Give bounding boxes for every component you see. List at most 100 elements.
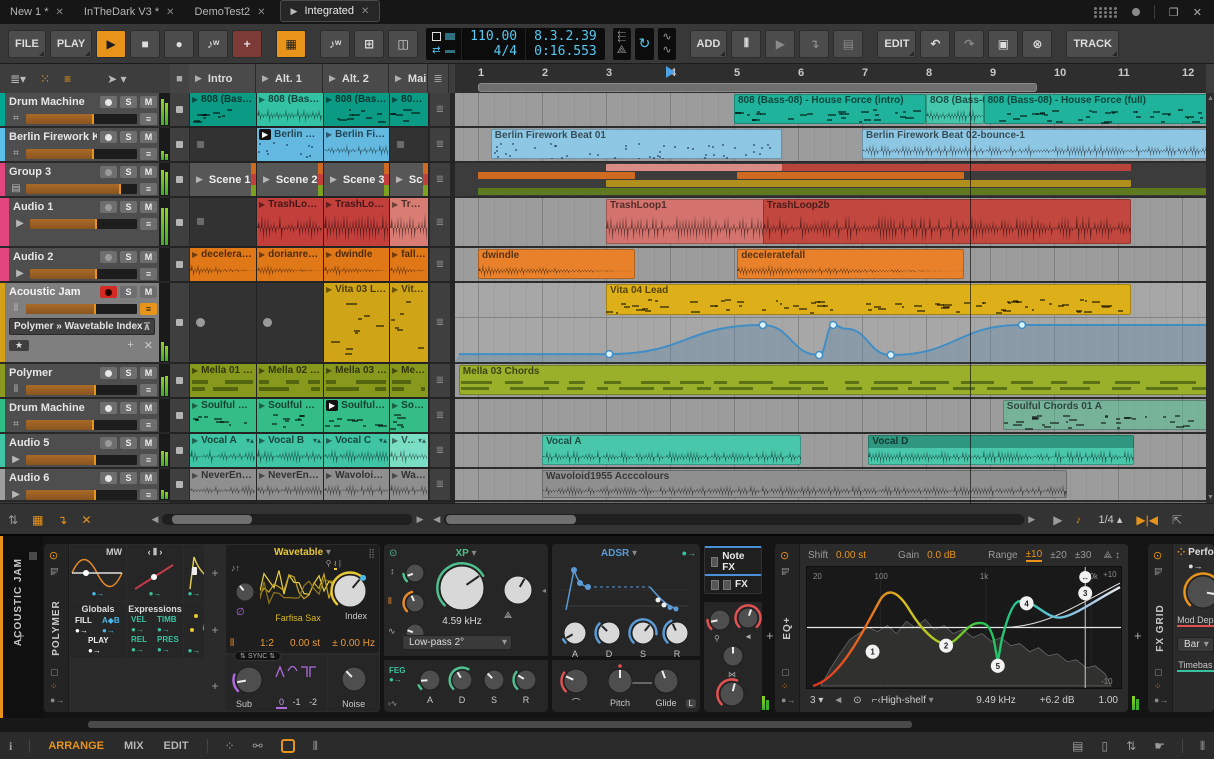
track-menu-button[interactable]: ≡ <box>140 267 157 280</box>
browser-panel-icon[interactable]: ▤ <box>1072 739 1083 753</box>
volume-slider[interactable] <box>26 419 137 430</box>
band-gain[interactable]: +6.2 dB <box>1040 695 1075 706</box>
snap-icon[interactable]: ▶|◀ <box>1136 513 1158 527</box>
mute-button[interactable]: M <box>140 402 157 414</box>
clip-play-icon[interactable]: ▶ <box>326 250 332 259</box>
launcher-clip[interactable]: ▶TrashLoop2b <box>324 198 389 246</box>
modulation-icon[interactable]: ●→ <box>1154 695 1168 705</box>
sub-scenes-icon[interactable]: ≣ <box>429 248 450 281</box>
arranger-clip[interactable]: deceleratefall <box>737 249 965 279</box>
mod-route-icon[interactable]: ●→ <box>1173 561 1214 571</box>
wavetable-display[interactable] <box>260 561 338 609</box>
track-header[interactable]: Audio 2 S M ▶ ≡ <box>0 248 170 283</box>
band-freq[interactable]: 9.49 kHz <box>976 695 1015 706</box>
clip-play-icon[interactable]: ▶ <box>259 200 265 209</box>
sub-scenes-icon[interactable]: ≣ <box>429 198 450 246</box>
clip-slot[interactable]: ▶808 (Bass-... <box>324 93 390 126</box>
panel-layout-icon[interactable]: ⫴ <box>313 739 318 754</box>
pin-icon[interactable]: ⊼ <box>143 322 151 333</box>
launcher-clip[interactable]: ▶ Wavo <box>390 469 428 500</box>
track-name[interactable]: Audio 1 <box>13 201 97 213</box>
scene-play-icon[interactable]: ▶ <box>196 174 203 185</box>
add-device-button[interactable]: + <box>766 628 774 643</box>
clip-slot[interactable]: ▶Soulful Cho... <box>190 399 257 432</box>
track-name[interactable]: Drum Machine <box>9 96 97 108</box>
clip-stop-button[interactable] <box>170 469 190 500</box>
aeg-mod-icon[interactable]: ●→ <box>682 548 696 558</box>
device-folder-icon[interactable]: ▤ <box>781 566 790 577</box>
fill-button[interactable]: + <box>232 29 263 58</box>
edit-menu-button[interactable]: EDIT <box>877 29 917 58</box>
playhead-marker[interactable] <box>666 66 675 78</box>
clip-slot[interactable]: ▶ Vocal B ▾▴ <box>257 434 324 467</box>
grid-view-icon[interactable]: ⁙ <box>40 72 50 86</box>
remove-button[interactable]: ✕ <box>144 339 153 352</box>
clip-slot[interactable] <box>190 128 257 161</box>
single-panel-icon[interactable] <box>280 739 295 753</box>
mute-button[interactable]: M <box>140 472 157 484</box>
project-tab[interactable]: New 1 * ✕ <box>0 0 74 24</box>
clip-slot[interactable]: ▶ Wavo <box>390 469 429 500</box>
track-header[interactable]: Drum Machine S M ⌗ ≡ <box>0 399 170 434</box>
arranger-zoom-handle[interactable] <box>478 83 1037 92</box>
clip-play-icon[interactable]: ▶ <box>392 436 398 445</box>
clip-slot[interactable] <box>390 128 429 161</box>
filter-cutoff-value[interactable]: 4.59 kHz <box>428 616 496 627</box>
solo-button[interactable]: S <box>120 96 137 108</box>
onscreen-keyboard-icon[interactable]: ⫴ <box>1200 739 1205 754</box>
empty-slot-stop[interactable] <box>397 140 404 148</box>
automation-write-button[interactable]: ♪ʷ <box>320 29 351 58</box>
clip-stop-button[interactable] <box>170 93 190 126</box>
clip-slot[interactable]: ▶dorianredu... <box>257 248 324 281</box>
launcher-clip[interactable]: ▶808 (Bass-... <box>257 93 323 126</box>
track-header[interactable]: Group 3 S M ▤ ≡ <box>0 163 170 198</box>
clip-play-icon[interactable]: ▶ <box>192 250 198 259</box>
clip-stop-button[interactable] <box>170 198 190 246</box>
clip-slot[interactable]: ▶808 (Bass-... <box>257 93 324 126</box>
preset-grid-icon[interactable]: ⁘ <box>1154 681 1162 692</box>
volume-slider[interactable] <box>26 384 137 395</box>
launcher-clip[interactable]: ▶Vita 03 Lead <box>324 283 389 362</box>
scene-play-icon[interactable]: ▶ <box>262 73 269 84</box>
clip-slot[interactable]: ▶ dwindle <box>324 248 390 281</box>
band-q[interactable]: 1.00 <box>1099 695 1118 706</box>
oscillator-type-dropdown[interactable]: Wavetable ▾ <box>226 545 379 558</box>
launcher-clip[interactable]: ▶ fallon <box>390 248 428 281</box>
track-height-icon[interactable]: ⇅ <box>8 513 18 527</box>
primary-device-selector[interactable]: Polymer » Wavetable Index ▾ ⊼ <box>9 318 155 335</box>
position-display[interactable]: 8.3.2.39 0:16.553 <box>525 27 605 60</box>
delete-button[interactable]: ⊗ <box>1022 29 1053 58</box>
listen-icon[interactable]: ◄ <box>833 695 843 706</box>
arranger-clip[interactable]: Mella 03 Chords <box>458 365 1206 395</box>
volume-slider[interactable] <box>30 268 137 279</box>
redo-button[interactable]: ↷ <box>954 29 985 58</box>
clip-slot[interactable]: ▶808 (Bass-... <box>190 93 257 126</box>
stop-button[interactable]: ■ <box>130 29 161 58</box>
groove-button[interactable]: ▦ <box>276 29 307 58</box>
clip-slot[interactable] <box>257 283 324 362</box>
mod-keytrack[interactable]: ‹ ⫴ › ●→ <box>127 545 183 601</box>
track-menu-button[interactable]: ≡ <box>140 147 157 160</box>
clip-play-icon[interactable]: ▶ <box>326 130 332 139</box>
clip-slot[interactable]: ▶Wavoloid1... <box>324 469 390 500</box>
launcher-clip[interactable]: ▶ TrashLoop1 <box>257 198 323 246</box>
aeg-type-dropdown[interactable]: ADSR ▾ <box>552 548 686 559</box>
band-count-dropdown[interactable]: 3 ▾ <box>810 695 823 706</box>
track-name[interactable]: Audio 5 <box>9 437 97 449</box>
arranger-track-lane[interactable]: TrashLoop1 TrashLoop2b <box>455 198 1206 248</box>
grid-value[interactable]: 1/4 ▴ <box>1098 513 1122 526</box>
track-menu-button[interactable]: ≡ <box>140 302 157 315</box>
position-value[interactable]: 8.3.2.39 <box>534 29 597 44</box>
track-menu-button[interactable]: ≡ <box>140 217 157 230</box>
launcher-clip[interactable]: ▶808 (Bass-... <box>324 93 389 126</box>
clip-slot[interactable] <box>190 198 257 246</box>
mod-macro-mw[interactable]: MW ●→ <box>70 545 126 601</box>
tab-close-icon[interactable]: ✕ <box>56 7 64 18</box>
mod-globals[interactable]: Globals FILL ●→ A◆B ●→ PLAY ●→ <box>70 602 126 658</box>
track-menu-button[interactable]: ≡ <box>140 182 157 195</box>
clip-play-icon[interactable]: ▶ <box>192 401 198 410</box>
launcher-clip[interactable]: ▶Berlin Fire... <box>257 128 323 161</box>
automation-visible-icon[interactable]: 𝆔 <box>1076 512 1080 527</box>
volume-slider[interactable] <box>30 218 137 229</box>
scene-play-icon[interactable]: ▶ <box>330 174 337 185</box>
